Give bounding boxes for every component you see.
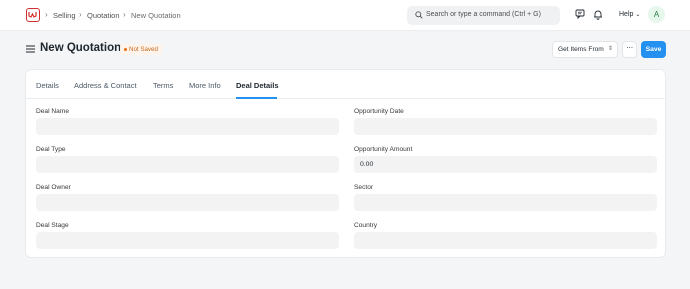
save-button[interactable]: Save [641,41,666,58]
tab-deal-details[interactable]: Deal Details [236,81,279,90]
deal-name-field[interactable] [36,118,339,135]
opportunity-amount-label: Opportunity Amount [354,146,413,153]
opportunity-date-field[interactable] [354,118,657,135]
sector-label: Sector [354,184,374,191]
deal-stage-field[interactable] [36,232,339,249]
get-items-from-label: Get Items From [558,46,604,53]
breadcrumb-selling[interactable]: Selling [53,11,76,20]
chat-icon[interactable] [575,9,585,19]
chevron-right-icon: › [79,10,82,19]
get-items-from-button[interactable]: Get Items From ⇕ [552,41,618,58]
opportunity-date-label: Opportunity Date [354,108,404,115]
deal-stage-label: Deal Stage [36,222,69,229]
breadcrumb-quotation[interactable]: Quotation [87,11,120,20]
more-actions-button[interactable]: ··· [622,41,637,58]
avatar[interactable]: A [648,6,665,23]
chevron-right-icon: › [123,10,126,19]
updown-chevron-icon: ⇕ [607,46,613,52]
tab-terms[interactable]: Terms [153,81,173,90]
deal-type-field[interactable] [36,156,339,173]
sector-field[interactable] [354,194,657,211]
status-label: Not Saved [129,46,158,53]
tab-details[interactable]: Details [36,81,59,90]
active-tab-indicator [236,97,277,99]
form-card: Details Address & Contact Terms More Inf… [25,69,666,258]
deal-owner-field[interactable] [36,194,339,211]
tab-address-contact[interactable]: Address & Contact [74,81,137,90]
search-bar[interactable]: Search or type a command (Ctrl + G) [407,6,560,25]
help-label: Help [619,11,634,18]
deal-type-label: Deal Type [36,146,66,153]
status-dot-icon [124,47,127,51]
chevron-down-icon: ⌄ [635,12,641,18]
chevron-right-icon: › [45,10,48,19]
form-tabs: Details Address & Contact Terms More Inf… [26,70,665,99]
search-icon [415,11,423,19]
page-title: New Quotation [40,42,122,54]
top-navbar: › Selling › Quotation › New Quotation Se… [0,0,690,31]
opportunity-amount-field[interactable]: 0.00 [354,156,657,173]
bell-icon[interactable] [593,9,603,20]
country-field[interactable] [354,232,657,249]
breadcrumb-current: New Quotation [131,11,181,20]
status-badge: Not Saved [120,44,162,55]
search-placeholder: Search or type a command (Ctrl + G) [426,11,541,18]
deal-name-label: Deal Name [36,108,69,115]
tab-more-info[interactable]: More Info [189,81,221,90]
hamburger-menu-icon[interactable] [26,45,35,53]
app-logo-icon[interactable] [26,8,40,22]
country-label: Country [354,222,378,229]
help-dropdown[interactable]: Help ⌄ [619,11,640,18]
deal-owner-label: Deal Owner [36,184,71,191]
